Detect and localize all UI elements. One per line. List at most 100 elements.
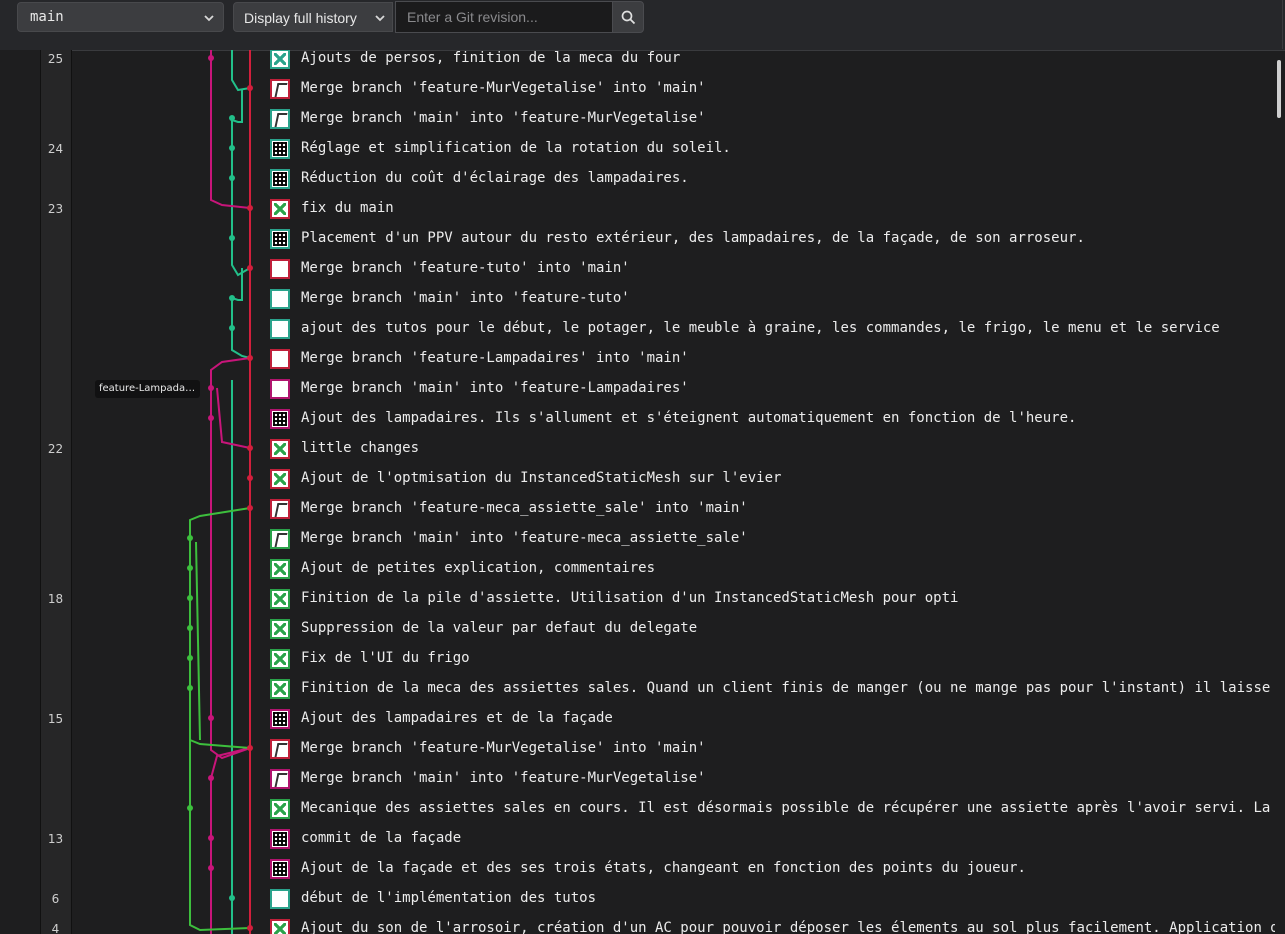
commit-message: Réduction du coût d'éclairage des lampad…: [301, 170, 689, 186]
search-icon: [621, 10, 636, 25]
commit-message: Ajout des lampadaires et de la façade: [301, 710, 613, 726]
commit-row[interactable]: 4 Ajout du son de l'arrosoir, création d'…: [0, 919, 1275, 934]
commit-row[interactable]: Ajout de petites explication, commentair…: [0, 559, 1275, 590]
commit-row[interactable]: 15 Ajout des lampadaires et de la façade: [0, 709, 1275, 740]
commit-message: Merge branch 'feature-MurVegetalise' int…: [301, 740, 706, 756]
commit-number: 25: [47, 52, 64, 66]
author-avatar: [270, 919, 290, 934]
commit-message: commit de la façade: [301, 830, 462, 846]
commit-row[interactable]: 22 little changes: [0, 439, 1275, 470]
branch-select[interactable]: main: [17, 2, 224, 32]
commit-message: Ajout du son de l'arrosoir, création d'u…: [301, 920, 1275, 934]
commit-row[interactable]: ajout des tutos pour le début, le potage…: [0, 319, 1275, 350]
commit-row[interactable]: Finition de la meca des assiettes sales.…: [0, 679, 1275, 710]
commit-message: Finition de la pile d'assiette. Utilisat…: [301, 590, 959, 606]
commit-row[interactable]: Merge branch 'feature-Lampadaires' into …: [0, 349, 1275, 380]
commit-list: 25 Ajouts de persos, finition de la meca …: [0, 50, 1275, 934]
commit-number: 15: [47, 712, 64, 726]
branch-tag[interactable]: feature-Lampada…: [95, 380, 200, 398]
author-avatar: [270, 439, 290, 459]
commit-row[interactable]: 13 commit de la façade: [0, 829, 1275, 860]
author-avatar: [270, 529, 290, 549]
author-avatar: [270, 409, 290, 429]
commit-row[interactable]: Merge branch 'feature-MurVegetalise' int…: [0, 79, 1275, 110]
branch-select-value: main: [30, 9, 64, 25]
author-avatar: [270, 709, 290, 729]
author-avatar: [270, 769, 290, 789]
commit-message: Merge branch 'feature-meca_assiette_sale…: [301, 500, 748, 516]
search-button[interactable]: [612, 1, 644, 33]
commit-row[interactable]: Ajout de la façade et des ses trois état…: [0, 859, 1275, 890]
commit-row[interactable]: 18 Finition de la pile d'assiette. Utilis…: [0, 589, 1275, 620]
commit-message: Ajout des lampadaires. Ils s'allument et…: [301, 410, 1077, 426]
author-avatar: [270, 559, 290, 579]
author-avatar: [270, 649, 290, 669]
commit-number: 6: [51, 892, 60, 906]
commit-row[interactable]: Merge branch 'main' into 'feature-MurVeg…: [0, 769, 1275, 800]
commit-row[interactable]: Fix de l'UI du frigo: [0, 649, 1275, 680]
commit-message: Merge branch 'feature-Lampadaires' into …: [301, 350, 689, 366]
commit-row[interactable]: Ajout de l'optmisation du InstancedStati…: [0, 469, 1275, 500]
commit-row[interactable]: Merge branch 'main' into 'feature-tuto': [0, 289, 1275, 320]
author-avatar: [270, 229, 290, 249]
display-history-label: Display full history: [244, 10, 357, 26]
commit-row[interactable]: 6 début de l'implémentation des tutos: [0, 889, 1275, 920]
chevron-down-icon: [204, 15, 214, 22]
commit-number: 23: [47, 202, 64, 216]
commit-message: Merge branch 'main' into 'feature-meca_a…: [301, 530, 748, 546]
commit-number: 4: [51, 922, 60, 934]
commit-row[interactable]: Merge branch 'feature-meca_assiette_sale…: [0, 499, 1275, 530]
commit-message: Ajout de petites explication, commentair…: [301, 560, 656, 576]
author-avatar: [270, 199, 290, 219]
toolbar: main Display full history: [0, 0, 1285, 51]
author-avatar: [270, 859, 290, 879]
commit-row[interactable]: Placement d'un PPV autour du resto extér…: [0, 229, 1275, 260]
commit-message: Merge branch 'main' into 'feature-Lampad…: [301, 380, 689, 396]
commit-row[interactable]: Suppression de la valeur par defaut du d…: [0, 619, 1275, 650]
author-avatar: [270, 139, 290, 159]
author-avatar: [270, 379, 290, 399]
author-avatar: [270, 259, 290, 279]
commit-row[interactable]: Ajout des lampadaires. Ils s'allument et…: [0, 409, 1275, 440]
commit-row[interactable]: Merge branch 'feature-tuto' into 'main': [0, 259, 1275, 290]
commit-row[interactable]: 23 fix du main: [0, 199, 1275, 230]
commit-number: 24: [47, 142, 64, 156]
commit-row[interactable]: Merge branch 'main' into 'feature-MurVeg…: [0, 109, 1275, 140]
commit-message: Merge branch 'main' into 'feature-tuto': [301, 290, 630, 306]
author-avatar: [270, 619, 290, 639]
scrollbar[interactable]: [1277, 60, 1281, 118]
commit-message: little changes: [301, 440, 420, 456]
author-avatar: [270, 319, 290, 339]
commit-number: 13: [47, 832, 64, 846]
commit-row[interactable]: Merge branch 'feature-MurVegetalise' int…: [0, 739, 1275, 770]
author-avatar: [270, 109, 290, 129]
author-avatar: [270, 79, 290, 99]
author-avatar: [270, 799, 290, 819]
author-avatar: [270, 469, 290, 489]
author-avatar: [270, 349, 290, 369]
commit-row[interactable]: Merge branch 'main' into 'feature-meca_a…: [0, 529, 1275, 560]
commit-row[interactable]: Réduction du coût d'éclairage des lampad…: [0, 169, 1275, 200]
commit-message: Ajout de l'optmisation du InstancedStati…: [301, 470, 782, 486]
chevron-down-icon: [375, 15, 385, 22]
commit-message: Mecanique des assiettes sales en cours. …: [301, 800, 1275, 816]
commit-number: 18: [47, 592, 64, 606]
commit-number: 22: [47, 442, 64, 456]
commit-message: Merge branch 'feature-tuto' into 'main': [301, 260, 630, 276]
commit-message: Suppression de la valeur par defaut du d…: [301, 620, 698, 636]
commit-message: fix du main: [301, 200, 394, 216]
display-history-dropdown[interactable]: Display full history: [233, 2, 393, 32]
commit-message: Finition de la meca des assiettes sales.…: [301, 680, 1275, 696]
commit-message: Réglage et simplification de la rotation…: [301, 140, 731, 156]
commit-message: Merge branch 'main' into 'feature-MurVeg…: [301, 770, 706, 786]
author-avatar: [270, 829, 290, 849]
commit-message: Merge branch 'feature-MurVegetalise' int…: [301, 80, 706, 96]
commit-row[interactable]: 24 Réglage et simplification de la rotati…: [0, 139, 1275, 170]
author-avatar: [270, 739, 290, 759]
git-revision-input[interactable]: [395, 1, 613, 33]
author-avatar: [270, 589, 290, 609]
author-avatar: [270, 499, 290, 519]
commit-row[interactable]: 25 Ajouts de persos, finition de la meca …: [0, 50, 1275, 80]
commit-message: Ajouts de persos, finition de la meca du…: [301, 50, 681, 66]
commit-row[interactable]: Mecanique des assiettes sales en cours. …: [0, 799, 1275, 830]
